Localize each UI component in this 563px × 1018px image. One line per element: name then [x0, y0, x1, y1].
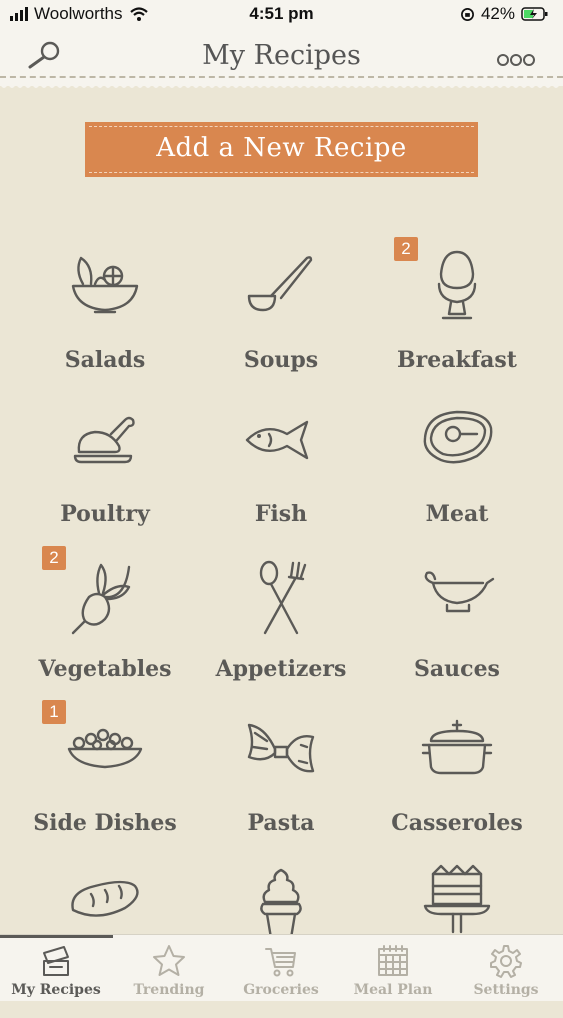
- tab-groceries[interactable]: Groceries: [225, 935, 337, 1001]
- tab-label: Trending: [133, 982, 205, 998]
- tab-trending[interactable]: Trending: [113, 935, 225, 1001]
- ladle-icon: [247, 256, 313, 312]
- cake-stand-icon: [423, 864, 491, 934]
- category-label: Pasta: [247, 810, 315, 836]
- tab-label: Settings: [473, 982, 539, 998]
- orientation-lock-icon: [461, 7, 474, 21]
- category-label: Meat: [425, 501, 489, 527]
- add-button-label: Add a New Recipe: [156, 133, 407, 163]
- category-breakfast[interactable]: Breakfast: [367, 250, 547, 400]
- battery-percent: 42%: [480, 4, 515, 23]
- gear-icon: [490, 945, 522, 978]
- beet-icon: [71, 563, 131, 635]
- add-new-recipe-button[interactable]: Add a New Recipe: [85, 122, 478, 177]
- category-label: Appetizers: [215, 656, 347, 682]
- header-divider: [0, 76, 563, 78]
- steak-icon: [423, 410, 493, 464]
- category-label: Casseroles: [391, 810, 523, 836]
- spoon-fork-icon: [259, 560, 307, 635]
- category-poultry[interactable]: Poultry: [15, 404, 195, 554]
- tab-settings[interactable]: Settings: [450, 935, 562, 1001]
- calendar-icon: [378, 945, 408, 976]
- tab-my-recipes[interactable]: My Recipes: [0, 935, 112, 1001]
- gravy-boat-icon: [424, 571, 495, 613]
- tab-bar: My Recipes Trending Groceries Meal Plan …: [0, 934, 563, 1001]
- page-title: My Recipes: [202, 40, 361, 71]
- category-pasta[interactable]: Pasta: [191, 713, 371, 863]
- tab-label: Meal Plan: [353, 982, 433, 998]
- egg-cup-icon: [437, 250, 477, 320]
- category-fish[interactable]: Fish: [191, 404, 371, 554]
- category-casseroles[interactable]: Casseroles: [367, 713, 547, 863]
- fish-icon: [245, 420, 309, 460]
- recipe-box-icon: [43, 946, 69, 976]
- chicken-icon: [73, 416, 135, 464]
- more-icon[interactable]: [496, 38, 536, 74]
- salad-bowl-icon: [71, 256, 139, 314]
- tab-label: Groceries: [243, 982, 319, 998]
- category-label: Sauces: [414, 656, 500, 682]
- category-sauces[interactable]: Sauces: [367, 559, 547, 709]
- nav-header: My Recipes: [0, 30, 563, 86]
- tab-meal-plan[interactable]: Meal Plan: [337, 935, 449, 1001]
- side-dish-icon: [67, 728, 143, 769]
- status-right: 42%: [460, 4, 549, 24]
- category-label: Vegetables: [38, 656, 172, 682]
- category-label: Soups: [243, 347, 319, 373]
- category-label: Fish: [254, 501, 308, 527]
- header-scallop-edge: [0, 84, 563, 88]
- category-meat[interactable]: Meat: [367, 404, 547, 554]
- star-icon: [153, 945, 185, 976]
- category-vegetables[interactable]: Vegetables: [15, 559, 195, 709]
- category-label: Poultry: [60, 501, 150, 527]
- status-bar: Woolworths 4:51 pm 42%: [0, 0, 563, 30]
- battery-icon: [521, 7, 548, 21]
- category-label: Breakfast: [397, 347, 517, 373]
- category-side-dishes[interactable]: Side Dishes: [15, 713, 195, 863]
- category-appetizers[interactable]: Appetizers: [191, 559, 371, 709]
- category-salads[interactable]: Salads: [15, 250, 195, 400]
- farfalle-icon: [247, 723, 315, 773]
- category-label: Side Dishes: [33, 810, 177, 836]
- category-label: Salads: [64, 347, 146, 373]
- tab-label: My Recipes: [11, 982, 101, 998]
- casserole-pot-icon: [421, 719, 493, 775]
- cart-icon: [265, 948, 296, 977]
- category-soups[interactable]: Soups: [191, 250, 371, 400]
